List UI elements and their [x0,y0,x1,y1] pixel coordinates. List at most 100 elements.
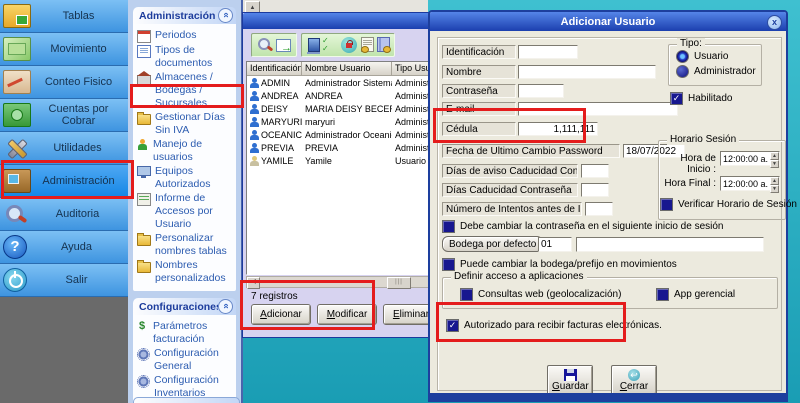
modificar-button[interactable]: Modificar [317,304,377,325]
dialog-titlebar[interactable]: Adicionar Usuario x [430,12,786,31]
sidebar: Tablas Movimiento Conteo Fisico Cuentas … [0,0,128,403]
bodega-por-defecto-button[interactable]: Bodega por defecto [442,236,543,252]
verificar-horario-checkbox[interactable] [660,198,673,211]
user-admin-icon [250,104,259,114]
spinner-arrows-icon[interactable]: ▲▼ [770,177,779,190]
scroll-left-icon[interactable]: ◀ [247,277,260,289]
collapse-chevron-icon[interactable] [218,299,233,314]
habilitado-checkbox[interactable] [670,92,683,105]
folder-icon [137,262,151,273]
usuario-radio-label: Usuario [694,51,728,62]
puede-cambiar-label: Puede cambiar la bodega/prefijo en movim… [460,259,677,270]
intentos-input[interactable] [585,202,613,216]
intentos-label: Número de Intentos antes de Inhabilitar [442,202,582,216]
adicionar-button[interactable]: Adicionar [251,304,311,325]
cedula-label: Cédula [442,122,516,136]
exit-arrow-icon: ↩ [628,369,640,381]
column-header-identificacion[interactable]: Identificación [247,62,302,75]
user-admin-icon [250,143,259,153]
spinner-arrows-icon[interactable]: ▲▼ [770,152,779,165]
mdi-top-strip [243,0,428,12]
exit-icon [3,268,27,292]
sidebar-item-tablas[interactable]: Tablas [0,0,128,33]
nombre-input[interactable] [518,65,656,79]
nav-item-configuracion-general[interactable]: Configuración General [137,347,234,373]
sidebar-item-conteo-fisico[interactable]: Conteo Fisico [0,66,128,99]
checklist-icon[interactable] [322,37,338,53]
administrador-radio[interactable] [676,65,689,78]
nav-item-almacenes-bodegas[interactable]: Almacenes / Bodegas / Sucursales [137,71,234,110]
cerrar-button[interactable]: ↩Cerrar [611,365,657,395]
consultas-web-checkbox[interactable] [460,288,473,301]
nav-item-manejo-de-usuarios[interactable]: Manejo de usuarios [137,138,234,164]
permissions-sheet-icon[interactable] [361,37,374,52]
usuario-radio[interactable] [676,50,689,63]
close-icon[interactable]: x [767,15,782,30]
collapse-chevron-icon[interactable] [218,8,233,23]
nav-item-gestionar-dias-sin-iva[interactable]: Gestionar Días Sin IVA [137,111,234,137]
tipo-usuario-row: Usuario [676,50,728,63]
nav-section-header-administracion[interactable]: Administración [133,7,236,24]
access-key-book-icon[interactable] [377,37,390,52]
debe-cambiar-checkbox[interactable] [442,220,455,233]
sidebar-item-administracion[interactable]: Administración [0,165,128,198]
sidebar-item-salir[interactable]: Salir [0,264,128,297]
scrollbar-grip[interactable]: ||| [387,277,411,289]
verificar-horario-row: Verificar Horario de Sesión [660,198,797,211]
dias-aviso-input[interactable] [581,164,609,178]
dias-caducidad-input[interactable] [581,183,609,197]
gear-icon [137,375,150,388]
nav-item-periodos[interactable]: Periodos [137,29,234,43]
application-window: Tablas Movimiento Conteo Fisico Cuentas … [0,0,800,403]
gear-icon [137,348,150,361]
app-gerencial-checkbox[interactable] [656,288,669,301]
nav-section-header-partial [133,397,240,403]
verificar-horario-label: Verificar Horario de Sesión [678,199,797,210]
physical-count-icon [3,70,31,94]
nav-item-personalizar-nombres[interactable]: Personalizar nombres tablas [137,232,234,258]
bodega-descripcion-input[interactable] [576,237,764,252]
habilitado-label: Habilitado [688,93,732,104]
guardar-button[interactable]: Guardar [547,365,593,395]
lock-icon[interactable] [341,37,357,53]
search-icon[interactable] [257,37,273,53]
sidebar-item-label: Conteo Fisico [31,76,128,88]
autorizado-checkbox[interactable] [446,319,459,332]
sidebar-item-ayuda[interactable]: Ayuda [0,231,128,264]
puede-cambiar-row: Puede cambiar la bodega/prefijo en movim… [442,258,677,271]
calendar-icon [137,30,151,43]
bodega-input[interactable] [538,237,572,252]
column-header-nombre-usuario[interactable]: Nombre Usuario [302,62,392,75]
contrasena-input[interactable] [518,84,564,98]
horario-sesion-title: Horario Sesión [667,134,739,145]
administrador-radio-label: Administrador [694,66,756,77]
dialog-title: Adicionar Usuario [561,16,656,28]
nav-section-title: Configuraciones [139,301,218,313]
email-input[interactable] [518,102,678,116]
hora-final-spinner[interactable]: 12:00:00 a. m ▲▼ [720,176,780,191]
save-floppy-icon [564,369,577,381]
nav-item-parametros-facturacion[interactable]: Parámetros facturación [137,320,234,346]
sidebar-item-label: Salir [27,274,128,286]
nav-item-tipos-de-documentos[interactable]: Tipos de documentos [137,44,234,70]
sidebar-item-utilidades[interactable]: Utilidades [0,132,128,165]
nav-section-header-configuraciones[interactable]: Configuraciones [133,298,236,315]
puede-cambiar-checkbox[interactable] [442,258,455,271]
debe-cambiar-row: Debe cambiar la contraseña en el siguien… [442,220,724,233]
cedula-input[interactable] [518,122,598,136]
navigation-pane: Administración Periodos Tipos de documen… [128,0,243,403]
nav-item-equipos-autorizados[interactable]: Equipos Autorizados [137,165,234,191]
documents-icon [137,45,151,58]
consultas-web-row: Consultas web (geolocalización) [460,288,621,301]
nav-item-nombres-personalizados[interactable]: Nombres personalizados [137,259,234,285]
tipo-administrador-row: Administrador [676,65,756,78]
hora-inicio-spinner[interactable]: 12:00:00 a. m ▲▼ [720,151,780,166]
open-form-icon[interactable] [276,39,291,52]
sidebar-item-auditoria[interactable]: Auditoria [0,198,128,231]
folder-icon [137,235,151,246]
nav-item-informe-accesos[interactable]: Informe de Accesos por Usuario [137,192,234,231]
computer-icon[interactable] [308,38,320,52]
sidebar-item-movimiento[interactable]: Movimiento [0,33,128,66]
sidebar-item-cuentas-por-cobrar[interactable]: Cuentas por Cobrar [0,99,128,132]
identificacion-input[interactable] [518,45,578,59]
